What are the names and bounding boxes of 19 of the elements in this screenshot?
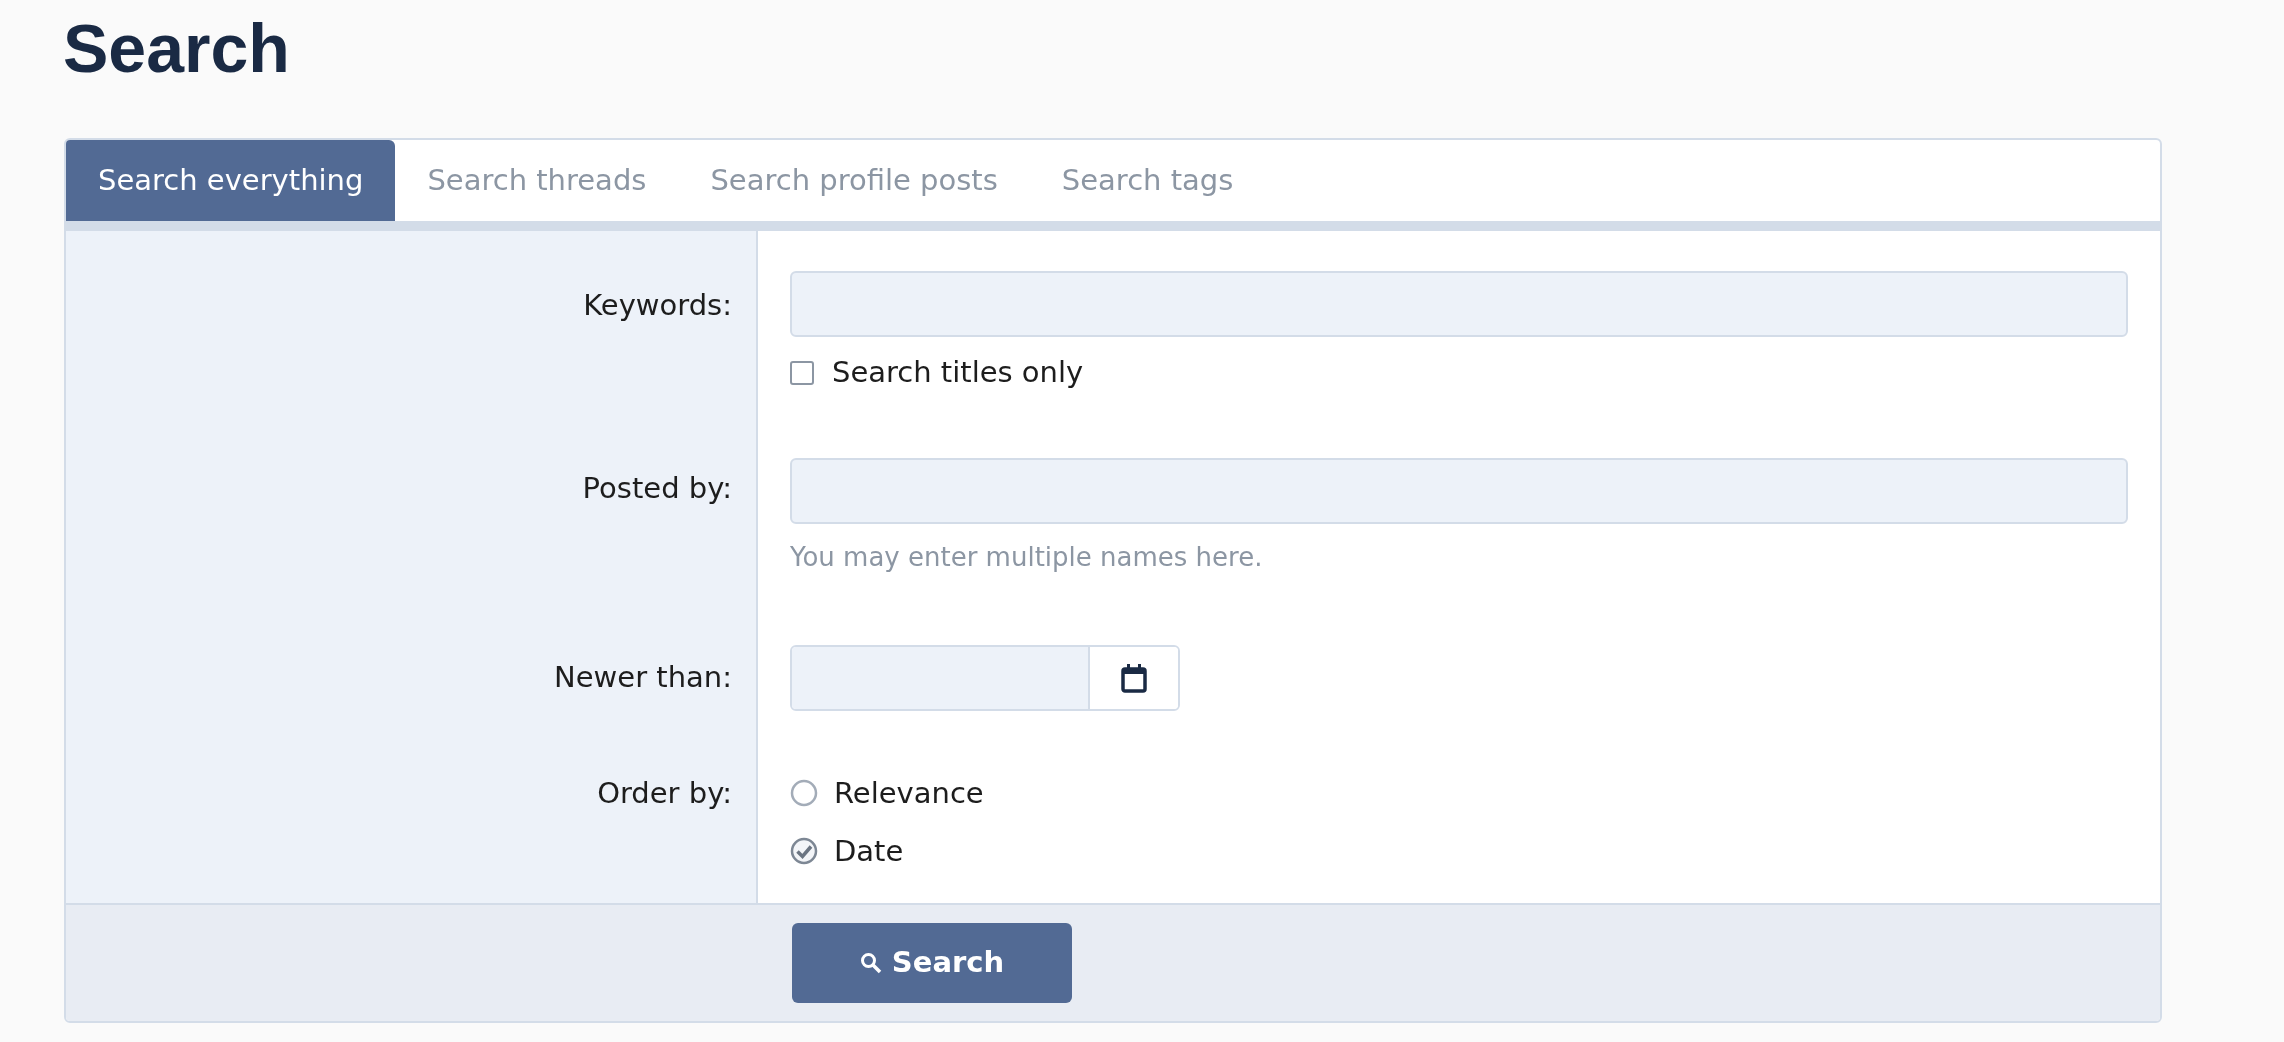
field-label: Order by: xyxy=(597,774,732,812)
radio-button[interactable] xyxy=(790,778,818,807)
keywords-field[interactable] xyxy=(790,271,2128,337)
checkbox[interactable] xyxy=(790,360,814,385)
date-field[interactable] xyxy=(790,644,1180,711)
hint-text: You may enter multiple names here. xyxy=(790,540,1264,574)
page-title: Search xyxy=(63,9,291,88)
posted-by-field[interactable] xyxy=(790,457,2128,524)
search-icon xyxy=(859,951,882,974)
search-button[interactable]: Search xyxy=(792,922,1072,1003)
checkbox-label: Search titles only xyxy=(832,354,1084,391)
calendar-icon xyxy=(1121,662,1147,693)
radio-button[interactable] xyxy=(790,836,818,865)
radio-label: Relevance xyxy=(834,774,984,812)
tab[interactable]: Search everything xyxy=(66,140,396,221)
field-label: Keywords: xyxy=(583,287,732,324)
radio-label: Date xyxy=(834,832,904,870)
field-label: Newer than: xyxy=(554,658,732,696)
field-label: Posted by: xyxy=(582,469,732,507)
